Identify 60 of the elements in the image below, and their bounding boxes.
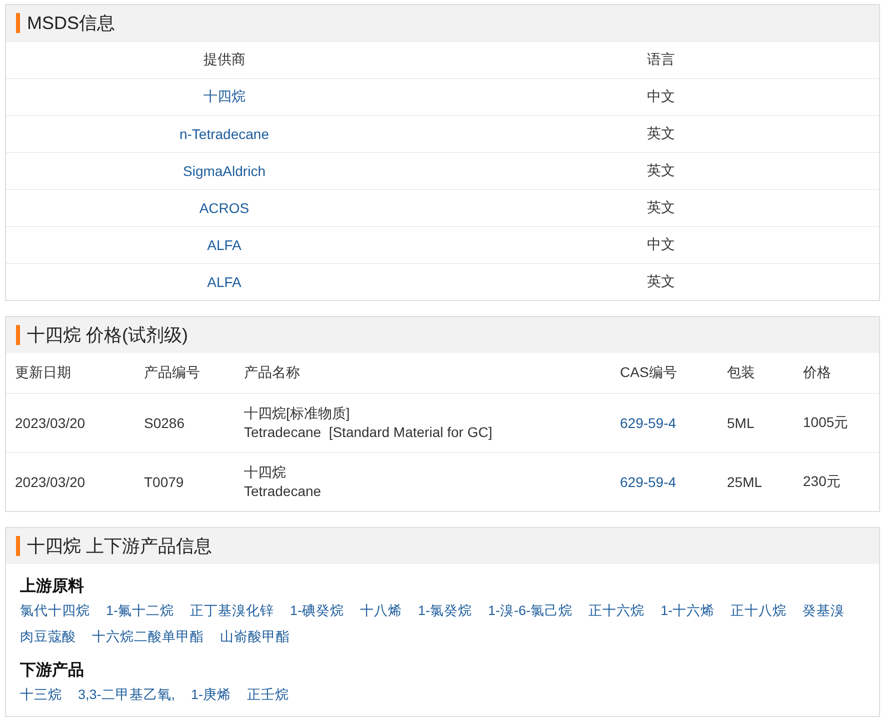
product-link[interactable]: 十六烷二酸单甲酯 xyxy=(92,627,204,646)
language-cell: 英文 xyxy=(646,125,675,141)
column-header: 语言 xyxy=(646,51,675,67)
cas-link[interactable]: 629-59-4 xyxy=(620,474,676,490)
column-header: 包装 xyxy=(727,364,755,380)
product-link[interactable]: 癸基溴 xyxy=(802,601,845,620)
column-header: 价格 xyxy=(803,364,831,380)
language-cell: 英文 xyxy=(646,273,675,289)
language-cell: 中文 xyxy=(646,88,675,104)
column-header: CAS编号 xyxy=(620,364,677,380)
product-link[interactable]: 1-碘癸烷 xyxy=(290,601,344,620)
product-name-english: Tetradecane xyxy=(244,483,322,499)
accent-bar xyxy=(16,536,20,556)
product-link[interactable]: 十八烯 xyxy=(360,601,402,620)
product-link[interactable]: 肉豆蔻酸 xyxy=(20,627,76,646)
provider-link[interactable]: ALFA xyxy=(207,274,242,290)
date-cell: 2023/03/20 xyxy=(15,474,86,490)
product-link[interactable]: 1-氟十二烷 xyxy=(106,601,174,620)
provider-link[interactable]: ACROS xyxy=(199,200,250,216)
package-cell: 25ML xyxy=(727,474,762,490)
provider-link[interactable]: ALFA xyxy=(207,237,242,253)
accent-bar xyxy=(16,325,20,345)
price-cell: 230元 xyxy=(803,473,840,489)
product-link[interactable]: 正丁基溴化锌 xyxy=(190,601,274,620)
product-link[interactable]: 3,3-二甲基乙氧, xyxy=(78,685,176,704)
language-cell: 英文 xyxy=(646,162,675,178)
group-heading: 下游产品 xyxy=(20,660,85,681)
accent-bar xyxy=(16,13,20,33)
column-header: 产品编号 xyxy=(144,364,200,380)
section-title: 十四烷 上下游产品信息 xyxy=(27,535,212,558)
product-link[interactable]: 1-氯癸烷 xyxy=(418,601,472,620)
product-code: T0079 xyxy=(144,474,184,490)
product-name-english: Tetradecane [Standard Material for GC] xyxy=(244,424,492,440)
product-name: 十四烷[标准物质] xyxy=(244,405,350,421)
product-link[interactable]: 十三烷 xyxy=(20,685,62,704)
provider-link[interactable]: 十四烷 xyxy=(203,88,246,104)
column-header: 更新日期 xyxy=(15,364,71,380)
column-header: 提供商 xyxy=(203,51,246,67)
provider-link[interactable]: SigmaAldrich xyxy=(183,163,266,179)
section-title: MSDS信息 xyxy=(27,12,116,35)
package-cell: 5ML xyxy=(727,415,754,431)
product-name: 十四烷 xyxy=(244,464,286,480)
cas-link[interactable]: 629-59-4 xyxy=(620,415,676,431)
product-link[interactable]: 正十六烷 xyxy=(588,601,645,620)
product-link[interactable]: 氯代十四烷 xyxy=(20,601,90,620)
column-header: 产品名称 xyxy=(244,364,300,380)
group-heading: 上游原料 xyxy=(20,576,85,597)
product-link[interactable]: 正壬烷 xyxy=(247,685,290,704)
product-link[interactable]: 正十八烷 xyxy=(730,601,787,620)
provider-link[interactable]: n-Tetradecane xyxy=(179,126,269,142)
product-link[interactable]: 1-溴-6-氯己烷 xyxy=(488,601,573,620)
date-cell: 2023/03/20 xyxy=(15,415,86,431)
product-link[interactable]: 1-十六烯 xyxy=(660,601,715,620)
language-cell: 英文 xyxy=(646,199,675,215)
product-code: S0286 xyxy=(144,415,184,431)
product-link[interactable]: 山嵛酸甲酯 xyxy=(220,627,290,646)
section-title: 十四烷 价格(试剂级) xyxy=(27,324,188,347)
price-cell: 1005元 xyxy=(803,414,848,430)
language-cell: 中文 xyxy=(646,236,675,252)
product-link[interactable]: 1-庚烯 xyxy=(191,685,232,704)
